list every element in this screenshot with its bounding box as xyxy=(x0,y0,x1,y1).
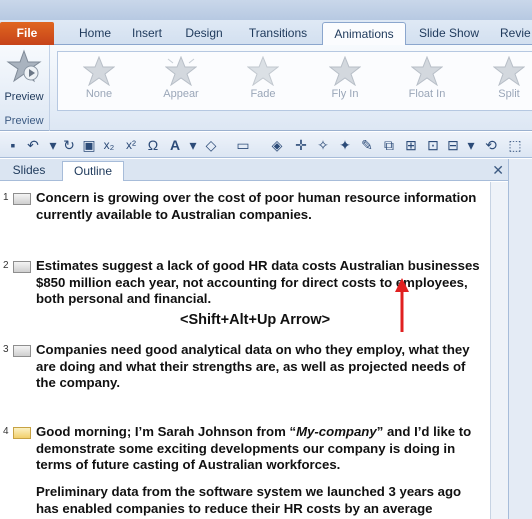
animation-fly-in-label: Fly In xyxy=(331,88,359,100)
slide-number: 1 xyxy=(3,192,9,203)
quick-access-toolbar: ▪ ↶ ▾ ↻ ▣ x₂ x² Ω A ▾ ◇ ▭ ◈ ✛ ✧ ✦ ✎ ⧉ ⊞ … xyxy=(0,132,532,158)
slide-text[interactable]: Companies need good analytical data on w… xyxy=(36,342,486,392)
star-icon xyxy=(165,56,197,86)
slide-text[interactable]: Estimates suggest a lack of good HR data… xyxy=(36,258,486,308)
star-icon xyxy=(83,56,115,86)
animation-none-label: None xyxy=(85,88,113,100)
slide-number: 3 xyxy=(3,344,9,355)
tab-animations[interactable]: Animations xyxy=(322,22,406,46)
magic-icon[interactable]: ✦ xyxy=(336,136,354,154)
select-icon[interactable]: ⬚ xyxy=(506,136,524,154)
slide-text[interactable]: Preliminary data from the software syste… xyxy=(36,484,486,517)
ribbon-body: Preview Preview None Appear Fade Fly In … xyxy=(0,45,532,131)
slide-icon xyxy=(13,427,31,439)
up-arrow-icon xyxy=(395,278,409,332)
animation-appear[interactable]: Appear xyxy=(146,52,216,110)
preview-star-icon xyxy=(6,49,42,83)
preview-group-label: Preview xyxy=(4,115,44,127)
preview-button-label: Preview xyxy=(4,91,44,103)
wand-icon[interactable]: ✧ xyxy=(314,136,332,154)
font-color-icon[interactable]: A xyxy=(166,136,184,154)
tab-home[interactable]: Home xyxy=(66,22,124,45)
tab-slides[interactable]: Slides xyxy=(8,161,50,181)
redo-icon[interactable]: ↻ xyxy=(60,136,78,154)
slide-text-part: Good morning; I’m Sarah Johnson from “ xyxy=(36,424,297,439)
pane-tabs: Slides Outline ✕ xyxy=(0,159,532,181)
shapes-icon[interactable]: ◈ xyxy=(268,136,286,154)
preview-group: Preview Preview xyxy=(0,45,50,131)
line-color-icon[interactable]: ▭ xyxy=(234,136,252,154)
pointer-icon[interactable]: ✛ xyxy=(292,136,310,154)
slide-editor-edge xyxy=(508,159,532,519)
group-icon[interactable]: ⊡ xyxy=(424,136,442,154)
rotate-icon[interactable]: ⟲ xyxy=(482,136,500,154)
align-icon[interactable]: ⊞ xyxy=(402,136,420,154)
preview-button[interactable]: Preview xyxy=(2,49,46,111)
arrange-icon[interactable]: ⊟ xyxy=(444,136,462,154)
animation-float-in[interactable]: Float In xyxy=(392,52,462,110)
animation-split-label: Split xyxy=(498,88,520,100)
animation-fly-in[interactable]: Fly In xyxy=(310,52,380,110)
tab-outline[interactable]: Outline xyxy=(62,161,124,181)
animation-gallery: None Appear Fade Fly In Float In Split xyxy=(57,51,532,111)
slide-icon xyxy=(13,345,31,357)
tab-review[interactable]: Revie xyxy=(500,22,532,45)
ribbon-tab-row: File Home Insert Design Transitions Anim… xyxy=(0,20,532,46)
animation-none[interactable]: None xyxy=(64,52,134,110)
animation-fade[interactable]: Fade xyxy=(228,52,298,110)
title-bar xyxy=(0,0,532,20)
animation-appear-label: Appear xyxy=(163,88,199,100)
slide-text[interactable]: Concern is growing over the cost of poor… xyxy=(36,190,486,223)
layers-icon[interactable]: ⧉ xyxy=(380,136,398,154)
omega-symbol-icon[interactable]: Ω xyxy=(144,136,162,154)
outline-pane[interactable]: 1 Concern is growing over the cost of po… xyxy=(0,182,490,519)
undo-icon[interactable]: ↶ xyxy=(24,136,42,154)
slide-number: 2 xyxy=(3,260,9,271)
star-icon xyxy=(411,56,443,86)
shortcut-annotation: <Shift+Alt+Up Arrow> xyxy=(180,312,331,328)
slide-text[interactable]: Good morning; I’m Sarah Johnson from “My… xyxy=(36,424,486,474)
tab-slide-show[interactable]: Slide Show xyxy=(416,22,482,45)
powerpoint-window: File Home Insert Design Transitions Anim… xyxy=(0,0,532,519)
dropdown-icon[interactable]: ▾ xyxy=(462,136,480,154)
tab-insert[interactable]: Insert xyxy=(124,22,170,45)
company-name: My-company xyxy=(296,424,377,439)
dropdown-icon[interactable]: ▾ xyxy=(184,136,202,154)
animation-fade-label: Fade xyxy=(250,88,276,100)
fill-color-icon[interactable]: ◇ xyxy=(202,136,220,154)
close-icon[interactable]: ✕ xyxy=(492,162,504,179)
brush-icon[interactable]: ✎ xyxy=(358,136,376,154)
save-icon[interactable]: ▪ xyxy=(4,136,22,154)
subscript-icon[interactable]: x₂ xyxy=(100,136,118,154)
outline-scrollbar[interactable] xyxy=(490,182,508,519)
tab-file[interactable]: File xyxy=(0,22,54,45)
star-icon xyxy=(247,56,279,86)
animation-split[interactable]: Split xyxy=(474,52,532,110)
screen-icon[interactable]: ▣ xyxy=(80,136,98,154)
tab-transitions[interactable]: Transitions xyxy=(244,22,312,45)
animation-float-in-label: Float In xyxy=(408,88,446,100)
superscript-icon[interactable]: x² xyxy=(122,136,140,154)
tab-design[interactable]: Design xyxy=(180,22,228,45)
star-icon xyxy=(493,56,525,86)
slide-number: 4 xyxy=(3,426,9,437)
slide-icon xyxy=(13,261,31,273)
slide-icon xyxy=(13,193,31,205)
star-icon xyxy=(329,56,361,86)
